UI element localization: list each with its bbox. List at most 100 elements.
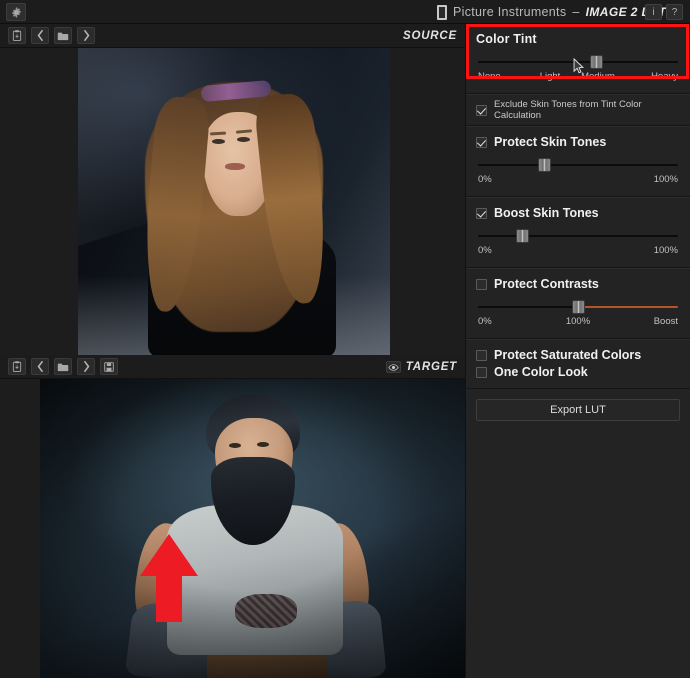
controls-panel: Color Tint None Light Medium Heavy Exclu… xyxy=(465,24,690,678)
source-subject-eye-right xyxy=(237,137,250,143)
source-next-image-button[interactable] xyxy=(77,27,95,44)
paste-clipboard-icon xyxy=(12,30,22,41)
source-label-text: SOURCE xyxy=(402,30,457,42)
source-toolbar: SOURCE xyxy=(0,24,465,48)
protect-contrasts-thumb[interactable] xyxy=(572,300,585,314)
source-tool-row xyxy=(8,27,95,44)
red-up-arrow-annotation xyxy=(140,534,198,622)
protect-contrasts-row[interactable]: Protect Contrasts xyxy=(476,277,680,291)
target-vignette xyxy=(40,379,465,678)
protect-contrasts-mid: 100% xyxy=(565,316,591,327)
protect-skin-tones-max: 100% xyxy=(653,174,678,185)
mouse-cursor xyxy=(573,58,584,74)
source-paste-clipboard-button[interactable] xyxy=(8,27,26,44)
export-lut-button[interactable]: Export LUT xyxy=(476,399,680,421)
protect-contrasts-label: Protect Contrasts xyxy=(494,277,599,291)
target-photo[interactable] xyxy=(40,379,465,678)
protect-contrasts-slider[interactable] xyxy=(478,300,678,314)
save-floppy-icon xyxy=(104,361,114,372)
protect-contrasts-min: 0% xyxy=(478,316,492,327)
section-boost-skin-tones: Boost Skin Tones 0% 100% xyxy=(466,197,690,268)
target-save-image-button[interactable] xyxy=(100,358,118,375)
source-subject-brow-left xyxy=(209,131,227,136)
gear-icon xyxy=(11,6,21,18)
boost-skin-tones-scale: 0% 100% xyxy=(478,245,678,258)
open-folder-icon xyxy=(57,363,69,371)
app-title-group: Picture Instruments – IMAGE 2 LUT xyxy=(437,0,666,24)
boost-skin-tones-row[interactable]: Boost Skin Tones xyxy=(476,206,680,220)
title-bar: Picture Instruments – IMAGE 2 LUT i ? xyxy=(0,0,690,24)
chevron-left-icon xyxy=(37,30,43,41)
section-exclude-skin-tones: Exclude Skin Tones from Tint Color Calcu… xyxy=(466,94,690,126)
boost-skin-tones-thumb[interactable] xyxy=(516,229,529,243)
protect-contrasts-max: Boost xyxy=(653,316,678,327)
color-tint-tick-heavy: Heavy xyxy=(651,71,678,82)
boost-skin-tones-slider[interactable] xyxy=(478,229,678,243)
exclude-skin-tones-row[interactable]: Exclude Skin Tones from Tint Color Calcu… xyxy=(476,99,680,121)
image-2-lut-window: Picture Instruments – IMAGE 2 LUT i ? SO… xyxy=(0,0,690,678)
source-photo[interactable] xyxy=(78,48,390,355)
source-previous-image-button[interactable] xyxy=(31,27,49,44)
protect-skin-tones-min: 0% xyxy=(478,174,492,185)
color-tint-thumb[interactable] xyxy=(590,55,603,69)
protect-skin-tones-track xyxy=(478,164,678,166)
color-tint-title: Color Tint xyxy=(476,32,537,46)
section-extra-toggles: Protect Saturated Colors One Color Look xyxy=(466,339,690,389)
target-image-area[interactable] xyxy=(0,379,465,678)
section-protect-contrasts: Protect Contrasts 0% 100% Boost xyxy=(466,268,690,339)
open-folder-icon xyxy=(57,32,69,40)
export-section: Export LUT xyxy=(466,389,690,431)
section-protect-skin-tones: Protect Skin Tones 0% 100% xyxy=(466,126,690,197)
target-open-folder-button[interactable] xyxy=(54,358,72,375)
target-label-text: TARGET xyxy=(405,361,457,373)
settings-button[interactable] xyxy=(6,3,26,21)
paste-clipboard-icon xyxy=(12,361,22,372)
source-subject-eye-left xyxy=(212,138,225,144)
chevron-right-icon xyxy=(83,30,89,41)
target-toolbar: TARGET xyxy=(0,355,465,379)
target-paste-clipboard-button[interactable] xyxy=(8,358,26,375)
source-image-area[interactable] xyxy=(0,48,465,355)
source-subject-mouth xyxy=(225,163,245,171)
boost-skin-tones-track xyxy=(478,235,678,237)
source-open-folder-button[interactable] xyxy=(54,27,72,44)
boost-skin-tones-max: 100% xyxy=(653,245,678,256)
info-button[interactable]: i xyxy=(645,4,662,20)
target-next-image-button[interactable] xyxy=(77,358,95,375)
color-tint-tick-light: Light xyxy=(539,71,561,82)
chevron-right-icon xyxy=(83,361,89,372)
app-logo-icon xyxy=(437,4,447,20)
protect-saturated-colors-checkbox[interactable] xyxy=(476,349,487,361)
one-color-look-row[interactable]: One Color Look xyxy=(476,365,680,379)
one-color-look-label: One Color Look xyxy=(494,365,588,379)
preview-eye-icon[interactable] xyxy=(385,361,401,373)
boost-skin-tones-min: 0% xyxy=(478,245,492,256)
one-color-look-checkbox[interactable] xyxy=(476,366,487,378)
exclude-skin-tones-label: Exclude Skin Tones from Tint Color Calcu… xyxy=(494,99,642,121)
exclude-skin-tones-checkbox[interactable] xyxy=(476,104,487,116)
protect-skin-tones-slider[interactable] xyxy=(478,158,678,172)
target-tool-row xyxy=(8,358,118,375)
protect-skin-tones-scale: 0% 100% xyxy=(478,174,678,187)
protect-skin-tones-label: Protect Skin Tones xyxy=(494,135,607,149)
protect-contrasts-boost-track xyxy=(578,306,678,308)
protect-saturated-colors-row[interactable]: Protect Saturated Colors xyxy=(476,348,680,362)
eye-icon xyxy=(388,363,399,371)
color-tint-tick-none: None xyxy=(478,71,501,82)
image-panes: SOURCE TARGET xyxy=(0,24,465,678)
source-label: SOURCE xyxy=(403,24,457,48)
target-label: TARGET xyxy=(385,355,457,379)
target-previous-image-button[interactable] xyxy=(31,358,49,375)
chevron-left-icon xyxy=(37,361,43,372)
protect-skin-tones-row[interactable]: Protect Skin Tones xyxy=(476,135,680,149)
protect-skin-tones-thumb[interactable] xyxy=(538,158,551,172)
protect-saturated-colors-label: Protect Saturated Colors xyxy=(494,348,642,362)
company-name: Picture Instruments xyxy=(453,5,567,19)
protect-contrasts-checkbox[interactable] xyxy=(476,278,487,290)
protect-contrasts-scale: 0% 100% Boost xyxy=(478,316,678,329)
protect-skin-tones-checkbox[interactable] xyxy=(476,136,487,148)
color-tint-tick-medium: Medium xyxy=(581,71,615,82)
help-button[interactable]: ? xyxy=(666,4,683,20)
boost-skin-tones-label: Boost Skin Tones xyxy=(494,206,599,220)
boost-skin-tones-checkbox[interactable] xyxy=(476,207,487,219)
